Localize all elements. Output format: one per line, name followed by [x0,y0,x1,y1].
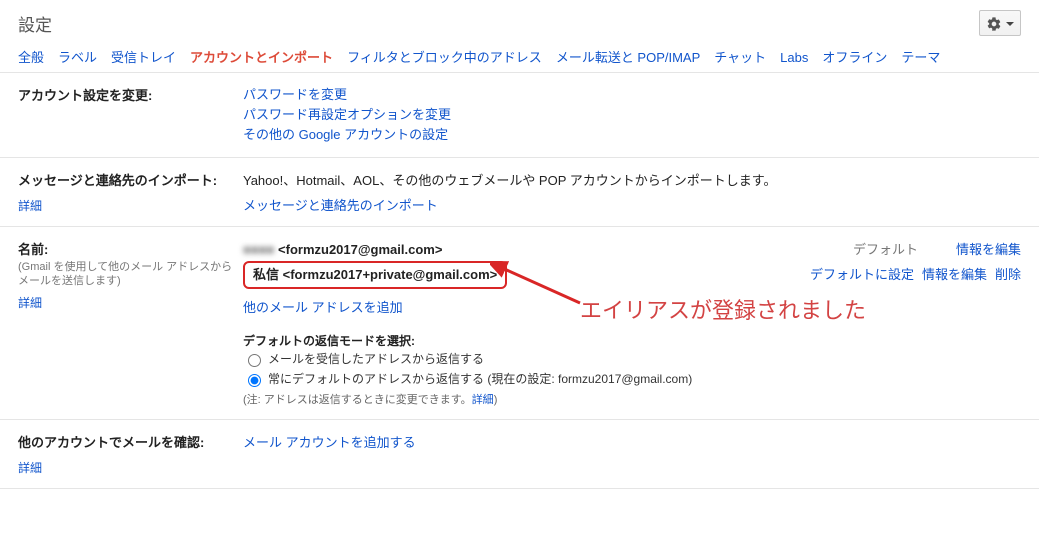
tab-1[interactable]: ラベル [58,44,97,72]
add-mail-account-link[interactable]: メール アカウントを追加する [243,435,416,450]
account-link-1[interactable]: パスワード再設定オプションを変更 [243,105,1021,125]
reply-mode-label: メールを受信したアドレスから返信する [268,349,484,369]
name-title: 名前: [18,239,243,258]
row-action[interactable]: 削除 [995,267,1021,282]
row-action[interactable]: 情報を編集 [922,267,987,282]
check-other-details-link[interactable]: 詳細 [18,459,42,476]
reply-mode-title: デフォルトの返信モードを選択: [243,332,1021,349]
tab-2[interactable]: 受信トレイ [111,44,176,72]
reply-mode-radio[interactable] [248,374,261,387]
row-action[interactable]: 情報を編集 [956,242,1021,257]
settings-gear-button[interactable] [979,10,1021,36]
caret-down-icon [1006,22,1014,26]
alias-address-highlight: 私信 <formzu2017+private@gmail.com> [243,261,507,289]
send-as-address: <formzu2017@gmail.com> [274,242,442,257]
reply-note-link[interactable]: 詳細 [472,394,494,406]
import-title: メッセージと連絡先のインポート: [18,170,243,189]
row-action[interactable]: デフォルトに設定 [810,267,914,282]
tab-7[interactable]: Labs [780,44,808,72]
gear-icon [986,16,1002,32]
import-messages-link[interactable]: メッセージと連絡先のインポート [243,198,438,213]
page-title: 設定 [18,11,52,36]
reply-mode-radio[interactable] [248,354,261,367]
account-link-2[interactable]: その他の Google アカウントの設定 [243,125,1021,145]
add-another-address-link[interactable]: 他のメール アドレスを追加 [243,300,403,315]
tab-3[interactable]: アカウントとインポート [190,44,333,72]
tab-5[interactable]: メール転送と POP/IMAP [556,44,700,72]
tab-0[interactable]: 全般 [18,44,44,72]
reply-note: (注: アドレスは返信するときに変更できます。詳細) [243,391,1021,407]
default-status: デフォルト [853,242,918,257]
import-description: Yahoo!、Hotmail、AOL、その他のウェブメールや POP アカウント… [243,170,1021,189]
account-settings-label: アカウント設定を変更: [18,85,243,104]
reply-mode-label: 常にデフォルトのアドレスから返信する (現在の設定: formzu2017@gm… [268,369,692,389]
import-details-link[interactable]: 詳細 [18,197,42,214]
account-link-0[interactable]: パスワードを変更 [243,85,1021,105]
send-as-row: ■■■■ <formzu2017@gmail.com>デフォルト情報を編集 [243,239,1021,261]
tab-9[interactable]: テーマ [901,44,940,72]
tab-8[interactable]: オフライン [822,44,887,72]
annotation-arrow [490,261,590,311]
reply-mode-option[interactable]: 常にデフォルトのアドレスから返信する (現在の設定: formzu2017@gm… [243,369,1021,389]
annotation-text: エイリアスが登録されました [580,293,866,325]
tab-6[interactable]: チャット [714,44,766,72]
check-other-title: 他のアカウントでメールを確認: [18,432,243,451]
tab-4[interactable]: フィルタとブロック中のアドレス [347,44,542,72]
name-details-link[interactable]: 詳細 [18,294,42,311]
settings-tabs: 全般ラベル受信トレイアカウントとインポートフィルタとブロック中のアドレスメール転… [0,44,1039,73]
name-subtitle: (Gmail を使用して他のメール アドレスからメールを送信します) [18,260,243,288]
send-as-row: 私信 <formzu2017+private@gmail.com> デフォルトに設… [243,261,1021,289]
reply-mode-option[interactable]: メールを受信したアドレスから返信する [243,349,1021,369]
